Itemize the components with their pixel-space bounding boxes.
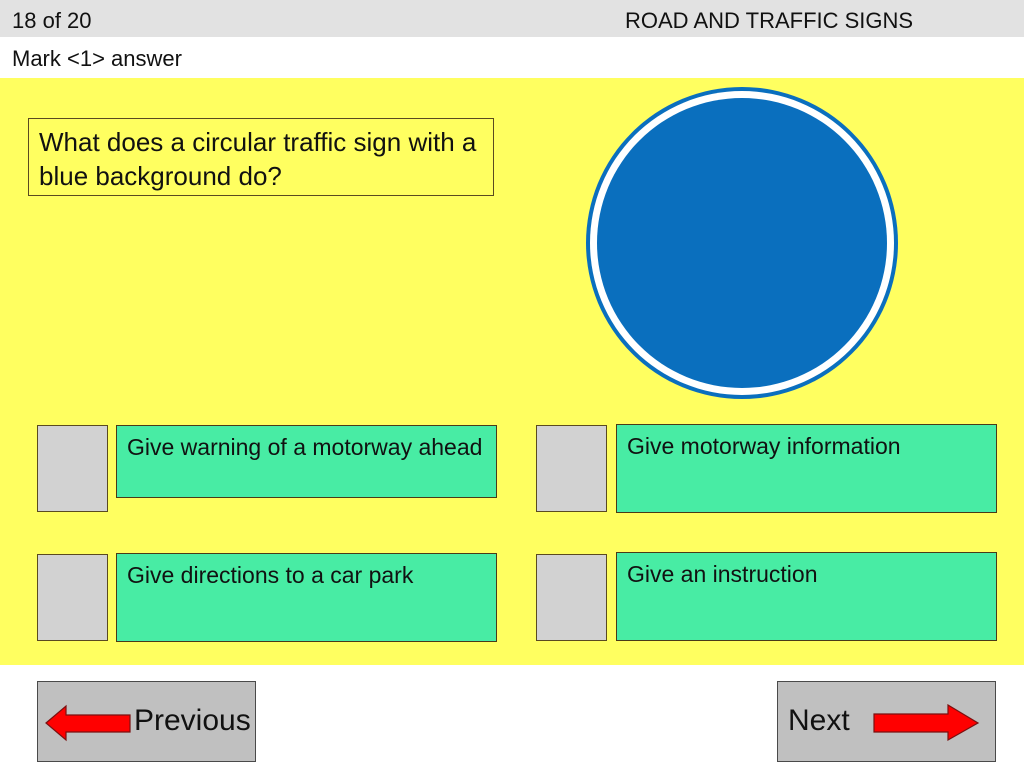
next-label: Next: [788, 704, 850, 737]
answer-option-label: Give warning of a motorway ahead: [127, 434, 483, 460]
answer-checkbox-4[interactable]: [536, 554, 607, 641]
answer-option-4[interactable]: Give an instruction: [616, 552, 997, 641]
section-title: ROAD AND TRAFFIC SIGNS: [625, 8, 914, 33]
question-counter: 18 of 20: [12, 8, 92, 33]
answer-checkbox-3[interactable]: [37, 554, 108, 641]
answer-option-3[interactable]: Give directions to a car park: [116, 553, 497, 642]
top-bar: 18 of 20 ROAD AND TRAFFIC SIGNS: [0, 0, 1024, 37]
instruction-text: Mark <1> answer: [12, 46, 182, 71]
answer-option-2[interactable]: Give motorway information: [616, 424, 997, 513]
answer-option-label: Give motorway information: [627, 433, 901, 459]
answer-checkbox-2[interactable]: [536, 425, 607, 512]
sign-blue-face: [597, 98, 887, 388]
answer-checkbox-1[interactable]: [37, 425, 108, 512]
blue-circular-sign-icon: [586, 87, 898, 399]
question-text: What does a circular traffic sign with a…: [28, 118, 494, 196]
answer-option-label: Give directions to a car park: [127, 562, 414, 588]
previous-button[interactable]: Previous: [37, 681, 256, 762]
previous-label: Previous: [134, 704, 251, 737]
answer-option-label: Give an instruction: [627, 561, 818, 587]
right-arrow-icon: [873, 704, 980, 742]
left-arrow-icon: [45, 704, 131, 742]
answer-option-1[interactable]: Give warning of a motorway ahead: [116, 425, 497, 498]
next-button[interactable]: Next: [777, 681, 996, 762]
